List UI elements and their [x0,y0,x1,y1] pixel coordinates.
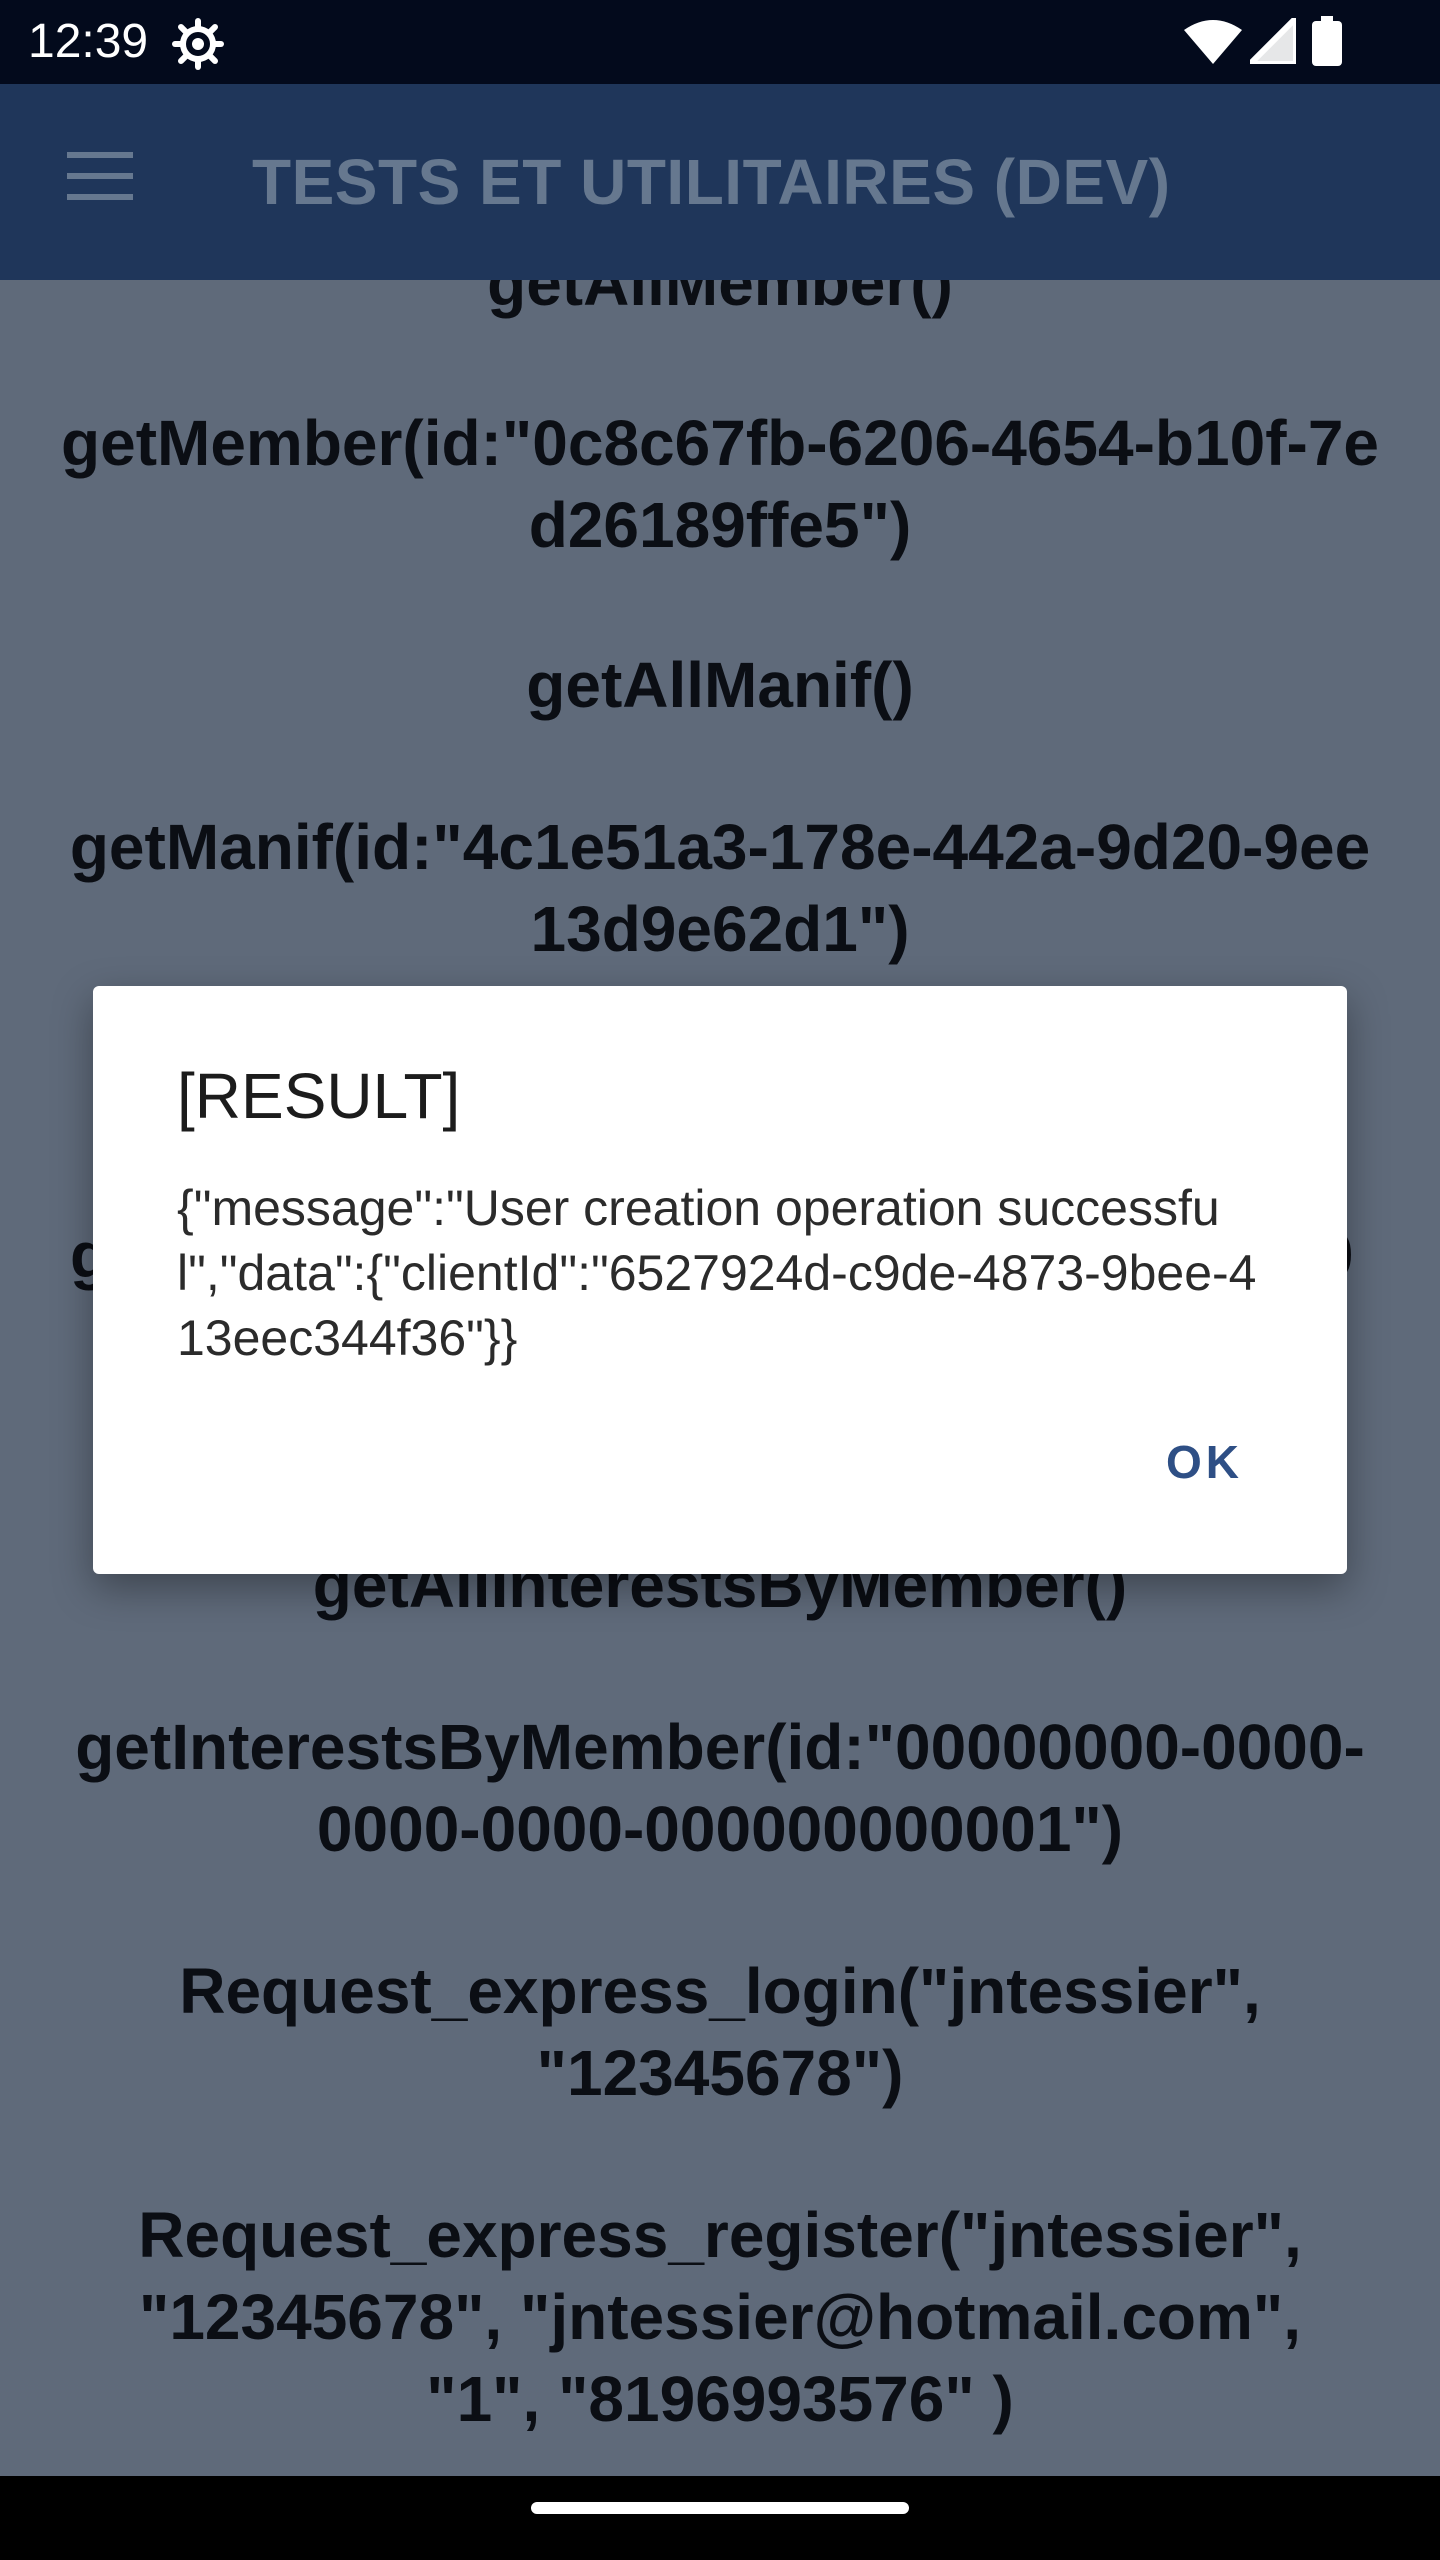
test-get-all-member[interactable]: getAllMember() [60,280,1380,324]
test-get-member[interactable]: getMember(id:"0c8c67fb-6206-4654-b10f-7e… [60,402,1380,566]
dialog-message: {"message":"User creation operation succ… [177,1180,1257,1366]
test-get-manif[interactable]: getManif(id:"4c1e51a3-178e-442a-9d20-9ee… [60,806,1380,970]
home-handle[interactable] [531,2502,909,2514]
hamburger-menu-icon[interactable] [52,128,148,224]
cell-signal-icon [1247,15,1299,69]
result-dialog: [RESULT] {"message":"User creation opera… [93,986,1347,1574]
app-bar: TESTS ET UTILITAIRES (DEV) [0,84,1440,280]
status-time: 12:39 [28,15,149,68]
test-get-interests-by-member[interactable]: getInterestsByMember(id:"00000000-0000-0… [60,1706,1380,1870]
wifi-icon [1184,18,1242,69]
navigation-bar [0,2476,1440,2560]
dialog-title: [RESULT] [177,1060,461,1132]
test-request-express-login[interactable]: Request_express_login("jntessier", "1234… [140,1950,1300,2114]
battery-icon [1312,16,1342,71]
status-bar: 12:39 [0,0,1440,84]
settings-gear-icon [172,18,224,75]
test-get-all-manif[interactable]: getAllManif() [60,644,1380,726]
page-title: TESTS ET UTILITAIRES (DEV) [252,146,1171,218]
ok-button[interactable]: OK [1166,1432,1243,1492]
test-request-express-register[interactable]: Request_express_register("jntessier", "1… [100,2194,1340,2440]
